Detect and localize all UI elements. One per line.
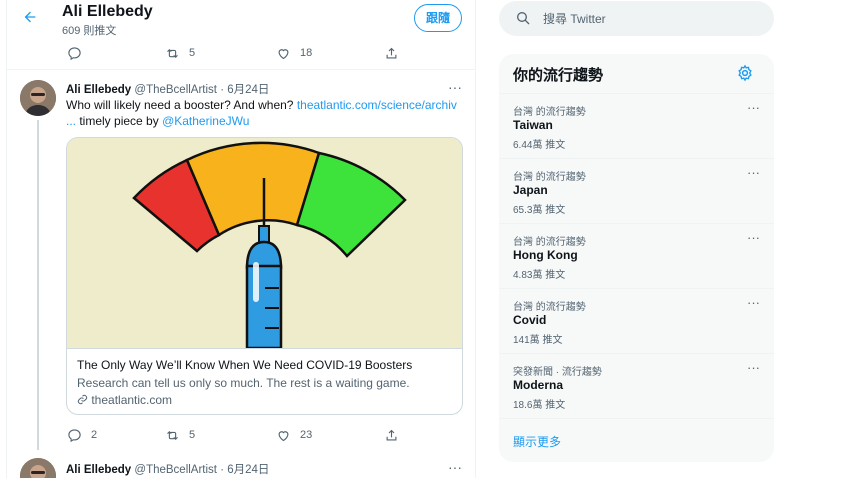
- retweet-button[interactable]: 5: [165, 43, 195, 63]
- avatar[interactable]: [20, 458, 56, 478]
- trend-name: Moderna: [513, 378, 564, 392]
- show-more-link[interactable]: 顯示更多: [499, 418, 774, 462]
- gauge-syringe-illustration: [67, 138, 462, 350]
- search-icon: [517, 12, 530, 25]
- avatar-photo: [20, 80, 56, 116]
- thread-line: [37, 120, 39, 450]
- link-icon: [77, 394, 88, 405]
- trends-panel: 你的流行趨勢 台灣 的流行趨勢 Taiwan 6.44萬 推文 ··· 台灣 的…: [499, 54, 774, 462]
- retweet-icon: [167, 430, 178, 440]
- trend-context: 台灣 的流行趨勢: [513, 172, 586, 183]
- trend-name: Japan: [513, 183, 548, 197]
- reply-count: 2: [91, 429, 98, 441]
- trend-name: Covid: [513, 313, 547, 327]
- retweet-count: 5: [189, 429, 196, 441]
- card-body: The Only Way We’ll Know When We Need COV…: [67, 348, 462, 414]
- trend-item[interactable]: 台灣 的流行趨勢 Japan 65.3萬 推文 ···: [499, 158, 774, 223]
- tweet-date[interactable]: 6月24日: [227, 84, 269, 96]
- link-card[interactable]: The Only Way We’ll Know When We Need COV…: [66, 137, 463, 415]
- author-handle[interactable]: @TheBcellArtist: [134, 464, 217, 476]
- tweet-count: 609 則推文: [62, 25, 117, 37]
- tweet-date[interactable]: 6月24日: [227, 464, 269, 476]
- share-button[interactable]: [384, 43, 399, 63]
- reply-icon: [68, 428, 81, 442]
- timeline-column: Ali Ellebedy 609 則推文 跟隨 5 18 Ali Ellebed…: [0, 0, 476, 478]
- author-name[interactable]: Ali Ellebedy: [66, 84, 131, 96]
- avatar[interactable]: [20, 80, 56, 116]
- follow-button[interactable]: 跟隨: [414, 4, 462, 32]
- trend-item[interactable]: 台灣 的流行趨勢 Hong Kong 4.83萬 推文 ···: [499, 223, 774, 288]
- trend-item[interactable]: 突發新聞 · 流行趨勢 Moderna 18.6萬 推文 ···: [499, 353, 774, 418]
- search-box[interactable]: [499, 1, 774, 36]
- tweet-actions: 2 5 23: [62, 425, 462, 445]
- avatar-photo: [20, 458, 56, 478]
- more-icon[interactable]: ···: [747, 360, 760, 375]
- show-more-label[interactable]: 顯示更多: [513, 433, 561, 450]
- tweet-text-part: timely piece by: [76, 114, 163, 128]
- retweet-count: 5: [189, 47, 196, 59]
- article-link[interactable]: theatlantic.com/science/archiv: [297, 98, 457, 112]
- trend-item[interactable]: 台灣 的流行趨勢 Covid 141萬 推文 ···: [499, 288, 774, 353]
- tweet-header: Ali Ellebedy @TheBcellArtist · 6月24日: [66, 81, 269, 97]
- tweet-text-part: Who will likely need a booster? And when…: [66, 98, 297, 112]
- article-link-cont[interactable]: ...: [66, 114, 76, 128]
- prev-tweet-actions: 5 18: [62, 43, 462, 63]
- heart-icon: [278, 48, 289, 59]
- retweet-icon: [167, 48, 178, 58]
- back-button[interactable]: [18, 5, 42, 29]
- arrow-left-icon: [24, 11, 36, 23]
- trend-item[interactable]: 台灣 的流行趨勢 Taiwan 6.44萬 推文 ···: [499, 93, 774, 158]
- more-icon[interactable]: ···: [448, 459, 462, 475]
- profile-header: Ali Ellebedy 609 則推文 跟隨: [0, 0, 475, 40]
- column-border: [6, 0, 7, 478]
- trend-context: 台灣 的流行趨勢: [513, 237, 586, 248]
- reply-button[interactable]: 2: [67, 425, 97, 445]
- trends-title: 你的流行趨勢: [513, 67, 604, 84]
- divider: [7, 69, 475, 70]
- tweet-text: Who will likely need a booster? And when…: [66, 97, 466, 129]
- reply-icon: [68, 46, 81, 60]
- more-icon[interactable]: ···: [747, 230, 760, 245]
- card-domain-text: theatlantic.com: [91, 393, 173, 407]
- card-description: Research can tell us only so much. The r…: [77, 376, 410, 390]
- trend-count: 141萬 推文: [513, 335, 563, 346]
- more-icon[interactable]: ···: [747, 100, 760, 115]
- trend-name: Hong Kong: [513, 248, 578, 262]
- trend-count: 4.83萬 推文: [513, 270, 566, 281]
- search-input[interactable]: [543, 1, 763, 36]
- retweet-button[interactable]: 5: [165, 425, 195, 445]
- like-count: 18: [300, 47, 313, 59]
- author-handle[interactable]: @TheBcellArtist: [134, 84, 217, 96]
- trend-count: 18.6萬 推文: [513, 400, 566, 411]
- mention-link[interactable]: @KatherineJWu: [162, 114, 249, 128]
- header-separator: ·: [217, 464, 228, 476]
- share-button[interactable]: [384, 425, 399, 445]
- share-icon: [386, 429, 397, 440]
- trend-context: 台灣 的流行趨勢: [513, 302, 586, 313]
- trend-name: Taiwan: [513, 118, 553, 132]
- like-count: 23: [300, 429, 313, 441]
- card-domain: theatlantic.com: [77, 393, 172, 407]
- tweet-header: Ali Ellebedy @TheBcellArtist · 6月24日: [66, 461, 269, 477]
- more-icon[interactable]: ···: [448, 79, 462, 95]
- trend-count: 6.44萬 推文: [513, 140, 566, 151]
- card-image: [67, 138, 462, 350]
- like-button[interactable]: 18: [276, 43, 312, 63]
- like-button[interactable]: 23: [276, 425, 312, 445]
- more-icon[interactable]: ···: [747, 295, 760, 310]
- trend-count: 65.3萬 推文: [513, 205, 566, 216]
- heart-icon: [278, 430, 289, 441]
- gear-icon[interactable]: [736, 64, 754, 82]
- trend-context: 台灣 的流行趨勢: [513, 107, 586, 118]
- share-icon: [386, 47, 397, 58]
- more-icon[interactable]: ···: [747, 165, 760, 180]
- header-separator: ·: [217, 84, 228, 96]
- card-title: The Only Way We’ll Know When We Need COV…: [77, 358, 413, 372]
- trend-context: 突發新聞 · 流行趨勢: [513, 367, 602, 378]
- author-name[interactable]: Ali Ellebedy: [66, 464, 131, 476]
- reply-button[interactable]: [67, 43, 82, 63]
- profile-name: Ali Ellebedy: [62, 3, 153, 20]
